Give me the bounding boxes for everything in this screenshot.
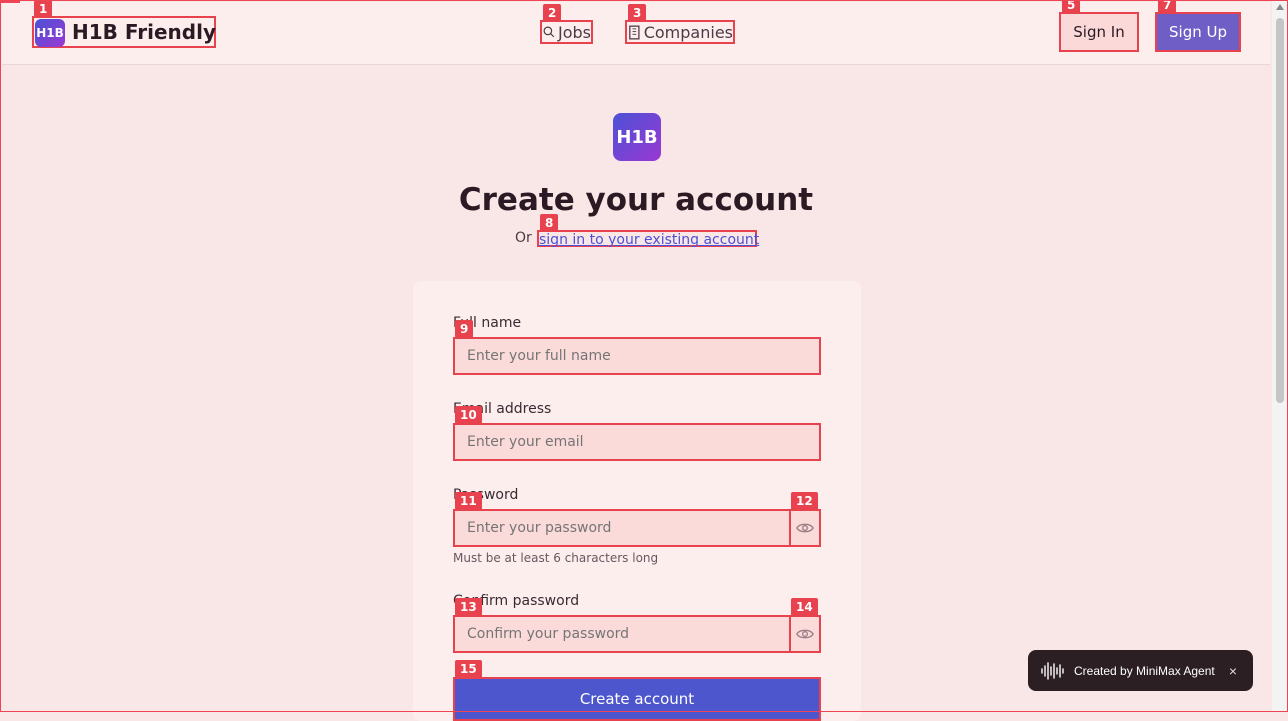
subtitle-prefix: Or: [515, 230, 532, 246]
toggle-confirm-password-visibility[interactable]: [789, 615, 821, 653]
nav-companies-label: Companies: [643, 22, 733, 42]
annotation-tag-15: 15: [455, 660, 482, 678]
eye-icon: [796, 629, 814, 639]
vertical-scrollbar[interactable]: [1272, 0, 1288, 712]
sign-in-button[interactable]: Sign In: [1059, 12, 1139, 52]
page-title: Create your account: [458, 182, 814, 218]
annotation-tag-8: 8: [540, 214, 559, 232]
annotation-tag-12: 12: [791, 492, 818, 510]
minimax-toast: Created by MiniMax Agent ×: [1028, 650, 1253, 691]
eye-icon: [796, 523, 814, 533]
create-account-button[interactable]: Create account: [453, 677, 821, 721]
sign-up-button[interactable]: Sign Up: [1155, 12, 1241, 52]
annotation-tag-3: 3: [628, 4, 647, 22]
password-hint: Must be at least 6 characters long: [453, 551, 659, 565]
nav-companies-link[interactable]: Companies: [625, 20, 735, 44]
password-input[interactable]: [453, 509, 792, 547]
brand-home-link[interactable]: H1B H1B Friendly: [32, 16, 216, 48]
annotation-tag-14: 14: [791, 598, 818, 616]
building-icon: [629, 25, 640, 39]
brand-logo: H1B: [35, 19, 65, 47]
annotation-tag-11: 11: [455, 492, 482, 510]
email-input[interactable]: [453, 423, 821, 461]
annotation-tag-10: 10: [455, 406, 482, 424]
annotation-tag-7: 7: [1158, 0, 1177, 14]
annotation-tag-13: 13: [455, 598, 482, 616]
hero-logo: H1B: [613, 113, 661, 161]
annotation-tag-9: 9: [455, 320, 474, 338]
annotation-tag-1: 1: [34, 0, 53, 18]
scroll-up-arrow-icon[interactable]: [1276, 4, 1284, 10]
waveform-icon: [1041, 661, 1064, 680]
scroll-thumb[interactable]: [1276, 18, 1284, 403]
toggle-password-visibility[interactable]: [789, 509, 821, 547]
annotation-tag-5: 5: [1062, 0, 1081, 14]
close-icon[interactable]: ×: [1229, 663, 1237, 679]
search-icon: [543, 26, 555, 38]
annotation-tag-2: 2: [543, 4, 562, 22]
brand-name: H1B Friendly: [72, 20, 216, 44]
full-name-input[interactable]: [453, 337, 821, 375]
toast-text: Created by MiniMax Agent: [1074, 663, 1215, 678]
frame-corner: [0, 0, 20, 3]
confirm-password-input[interactable]: [453, 615, 792, 653]
nav-jobs-link[interactable]: Jobs: [540, 20, 593, 44]
sign-in-existing-link[interactable]: sign in to your existing account: [537, 230, 759, 248]
nav-jobs-label: Jobs: [558, 22, 591, 42]
